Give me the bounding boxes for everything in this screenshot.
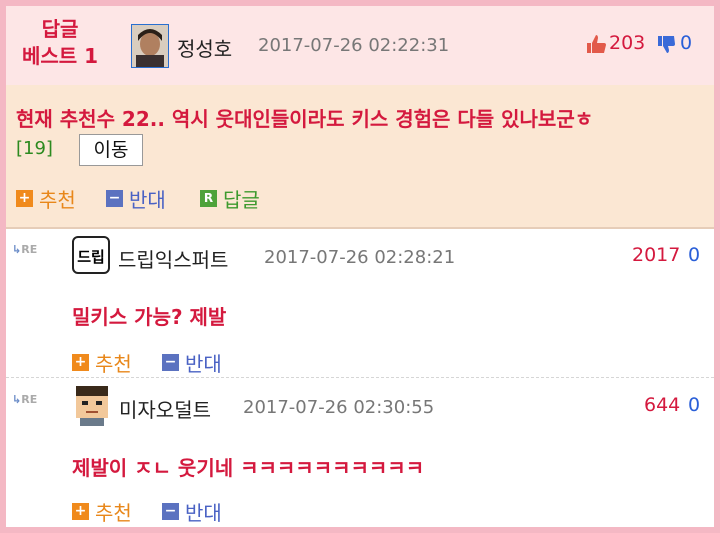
minus-icon: − bbox=[106, 190, 123, 207]
avatar[interactable] bbox=[131, 24, 169, 68]
thumbs-up-icon[interactable] bbox=[585, 33, 607, 55]
down-count: 0 bbox=[688, 394, 701, 416]
plus-icon: + bbox=[16, 190, 33, 207]
downvote-button[interactable]: − 반대 bbox=[162, 348, 222, 377]
reply-item: ↳RE 드립 드립익스퍼트 2017-07-26 02:28:21 2017 0… bbox=[6, 229, 714, 377]
upvote-label: 추천 bbox=[95, 352, 132, 376]
down-count: 0 bbox=[688, 244, 701, 266]
down-count: 0 bbox=[680, 32, 693, 54]
avatar-text: 드립 bbox=[77, 248, 105, 266]
plus-icon: + bbox=[72, 503, 89, 520]
reply-item: ↳RE 미자오덜트 2017-07-26 02:30:55 644 0 제발이 … bbox=[6, 379, 714, 527]
upvote-label: 추천 bbox=[39, 188, 76, 212]
comment-text: 밀키스 가능? 제발 bbox=[72, 305, 227, 329]
best-comment-body: 현재 추천수 22.. 역시 웃대인들이라도 키스 경험은 다들 있나보군ㅎ [… bbox=[6, 85, 714, 229]
upvote-button[interactable]: + 추천 bbox=[72, 348, 132, 377]
downvote-label: 반대 bbox=[185, 352, 222, 376]
downvote-label: 반대 bbox=[185, 501, 222, 525]
timestamp: 2017-07-26 02:22:31 bbox=[258, 35, 450, 56]
comment-text: 현재 추천수 22.. 역시 웃대인들이라도 키스 경험은 다들 있나보군ㅎ bbox=[16, 107, 594, 131]
minus-icon: − bbox=[162, 503, 179, 520]
divider bbox=[6, 377, 714, 378]
comment-text: 제발이 ㅈㄴ 웃기네 ㅋㅋㅋㅋㅋㅋㅋㅋㅋㅋ bbox=[72, 456, 425, 480]
reply-button[interactable]: R 답글 bbox=[200, 184, 260, 213]
move-button[interactable]: 이동 bbox=[79, 134, 143, 166]
downvote-button[interactable]: − 반대 bbox=[162, 497, 222, 526]
up-count: 644 bbox=[644, 394, 681, 416]
reply-count[interactable]: [19] bbox=[16, 138, 53, 159]
avatar[interactable] bbox=[72, 384, 112, 426]
best-badge: 답글 베스트 1 bbox=[21, 17, 99, 68]
re-label: RE bbox=[21, 243, 38, 256]
pixel-face-icon bbox=[76, 386, 108, 426]
timestamp: 2017-07-26 02:28:21 bbox=[264, 247, 456, 268]
up-count: 2017 bbox=[632, 244, 681, 266]
avatar-photo-icon bbox=[132, 25, 168, 67]
timestamp: 2017-07-26 02:30:55 bbox=[243, 397, 435, 418]
thumbs-down-icon[interactable] bbox=[656, 34, 676, 54]
downvote-label: 반대 bbox=[129, 188, 166, 212]
reply-icon: R bbox=[200, 190, 217, 207]
best-comment-header: 답글 베스트 1 정성호 2017-07-26 02:22:31 203 0 bbox=[6, 6, 714, 85]
upvote-label: 추천 bbox=[95, 501, 132, 525]
nickname[interactable]: 미자오덜트 bbox=[119, 394, 211, 423]
upvote-button[interactable]: + 추천 bbox=[72, 497, 132, 526]
reply-label: 답글 bbox=[223, 188, 260, 212]
reply-arrow-icon: ↳RE bbox=[12, 243, 38, 256]
avatar[interactable]: 드립 bbox=[72, 236, 110, 274]
comment-section: 답글 베스트 1 정성호 2017-07-26 02:22:31 203 0 현재… bbox=[6, 6, 714, 527]
reply-arrow-icon: ↳RE bbox=[12, 393, 38, 406]
plus-icon: + bbox=[72, 354, 89, 371]
minus-icon: − bbox=[162, 354, 179, 371]
up-count: 203 bbox=[609, 32, 646, 54]
upvote-button[interactable]: + 추천 bbox=[16, 184, 76, 213]
nickname[interactable]: 드립익스퍼트 bbox=[118, 244, 228, 273]
re-label: RE bbox=[21, 393, 38, 406]
downvote-button[interactable]: − 반대 bbox=[106, 184, 166, 213]
nickname[interactable]: 정성호 bbox=[177, 33, 232, 62]
